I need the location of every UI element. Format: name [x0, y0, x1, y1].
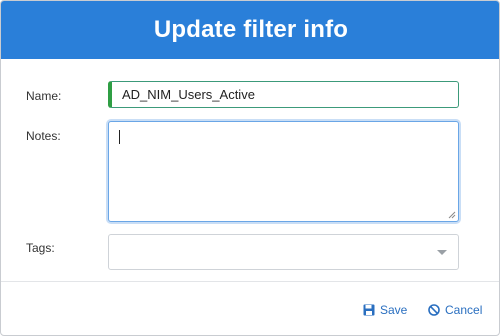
name-input[interactable] — [108, 81, 459, 108]
resize-handle-icon[interactable] — [448, 211, 456, 219]
cancel-label: Cancel — [445, 303, 483, 317]
notes-textarea[interactable] — [109, 122, 458, 221]
cancel-button[interactable]: Cancel — [428, 301, 482, 319]
text-caret — [119, 130, 120, 144]
floppy-disk-icon — [363, 304, 375, 316]
ban-circle-icon — [428, 304, 440, 316]
dialog-header: Update filter info — [1, 1, 499, 59]
tags-select[interactable] — [108, 234, 459, 270]
caret-down-icon — [437, 250, 447, 255]
footer-divider — [1, 281, 499, 282]
save-label: Save — [380, 303, 408, 317]
update-filter-dialog: Update filter info Name: Notes: Tags: Sa… — [0, 0, 500, 336]
save-button[interactable]: Save — [363, 301, 407, 319]
notes-field[interactable] — [108, 121, 459, 222]
name-label: Name: — [26, 89, 62, 103]
dialog-title: Update filter info — [153, 16, 349, 43]
notes-label: Notes: — [26, 129, 61, 143]
tags-label: Tags: — [26, 241, 55, 255]
